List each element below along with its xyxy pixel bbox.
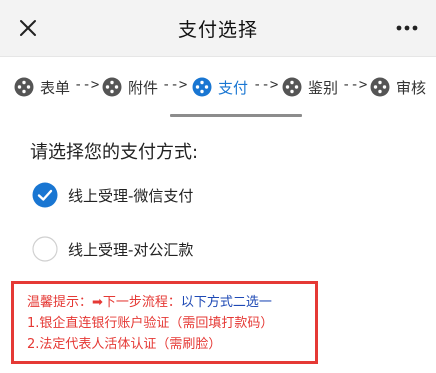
option-wechat-pay[interactable]: 线上受理-微信支付 [32, 181, 193, 209]
more-icon [396, 25, 418, 31]
step-label: 支付 [218, 78, 249, 97]
step-dots-icon [192, 77, 212, 97]
step-payment[interactable]: 支付 [192, 77, 248, 97]
step-dots-icon [102, 77, 122, 97]
step-label: 表单 [40, 78, 71, 97]
step-progress-bar: 表单 --> 附件 --> 支付 --> 鉴别 --> 审核 [0, 64, 436, 108]
warm-tip-box: 温馨提示：➡下一步流程：以下方式二选一 1.银企直连银行账户验证（需回填打款码）… [11, 281, 318, 364]
step-dots-icon [14, 77, 34, 97]
option-label: 线上受理-对公汇款 [68, 240, 194, 259]
option-bank-transfer[interactable]: 线上受理-对公汇款 [32, 235, 193, 263]
more-button[interactable] [392, 14, 422, 42]
radio-unchecked-icon [32, 236, 58, 262]
notice-line-3: 2.法定代表人活体认证（需刷脸） [27, 337, 222, 352]
page-title: 支付选择 [177, 19, 258, 41]
step-arrow: --> [74, 77, 100, 93]
notice-highlight: 以下方式二选一 [180, 295, 272, 310]
notice-line-1: 温馨提示：➡下一步流程：以下方式二选一 [27, 292, 315, 313]
step-label: 审核 [396, 78, 427, 97]
step-verification[interactable]: 鉴别 [282, 77, 338, 97]
step-arrow: --> [162, 77, 188, 93]
step-arrow: --> [253, 77, 279, 93]
notice-prefix: 温馨提示：➡下一步流程： [27, 295, 181, 310]
option-label: 线上受理-微信支付 [68, 186, 194, 205]
step-dots-icon [370, 77, 390, 97]
step-dots-icon [282, 77, 302, 97]
payment-selection-screen: 支付选择 表单 --> 附件 --> 支付 --> 鉴别 --> 审核 请选择您… [0, 0, 436, 373]
step-review[interactable]: 审核 [370, 77, 426, 97]
step-label: 附件 [128, 78, 159, 97]
radio-checked-icon [32, 182, 58, 208]
step-label: 鉴别 [308, 78, 339, 97]
step-arrow: --> [342, 77, 368, 93]
step-form[interactable]: 表单 [14, 77, 70, 97]
payment-method-prompt: 请选择您的支付方式: [30, 142, 199, 163]
active-step-indicator [170, 114, 302, 117]
notice-line-2: 1.银企直连银行账户验证（需回填打款码） [27, 316, 274, 331]
top-bar: 支付选择 [0, 0, 436, 57]
step-attachment[interactable]: 附件 [102, 77, 158, 97]
